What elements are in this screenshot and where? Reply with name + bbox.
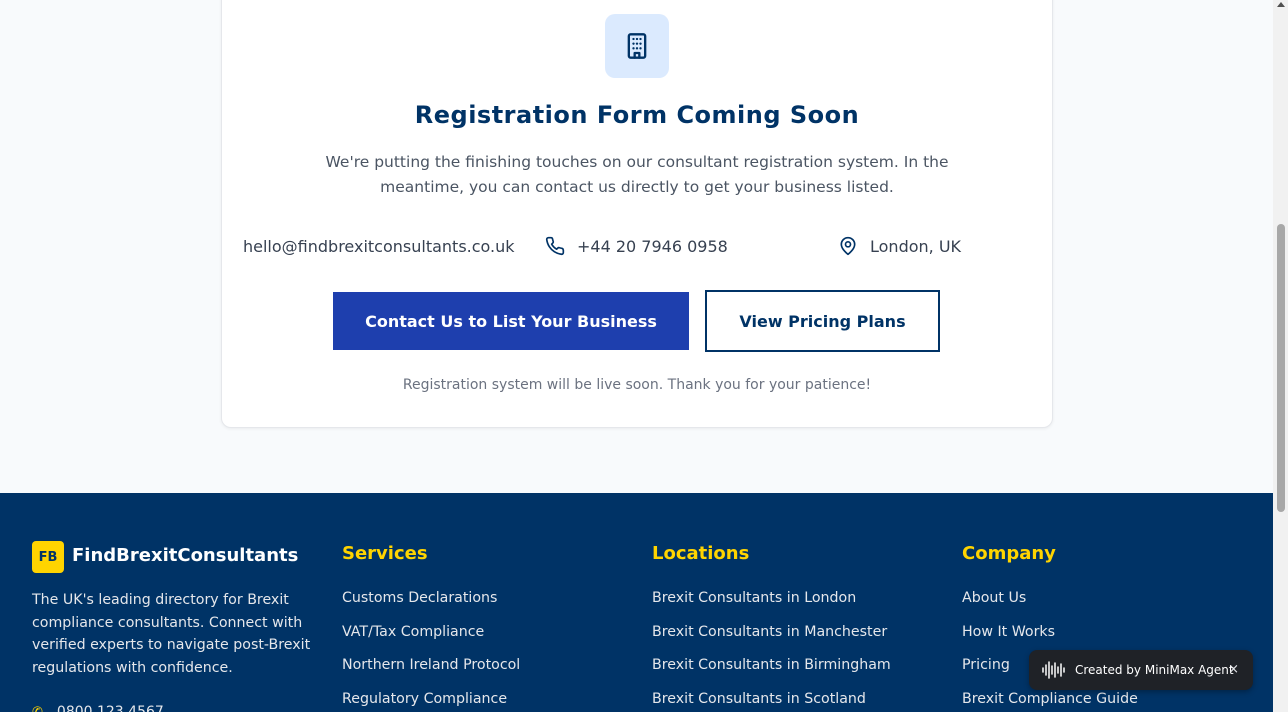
footer-link[interactable]: Brexit Consultants in Manchester [652,621,891,655]
contact-location-text: London, UK [870,236,962,256]
footer-phone[interactable]: ✆ 0800 123 4567 [32,704,164,712]
toast-close-button[interactable]: × [1228,662,1239,677]
registration-subtitle: We're putting the finishing touches on o… [325,153,949,196]
footer-link[interactable]: Brexit Consultants in Scotland [652,688,891,712]
view-pricing-button[interactable]: View Pricing Plans [705,290,940,352]
footer-services-list: Customs Declarations VAT/Tax Compliance … [342,587,520,712]
footer-link[interactable]: Northern Ireland Protocol [342,654,520,688]
registration-note: Registration system will be live soon. T… [402,377,872,393]
footer-link[interactable]: VAT/Tax Compliance [342,621,520,655]
building-icon [627,33,647,59]
footer-link[interactable]: Brexit Consultants in London [652,587,891,621]
toast-label: Created by MiniMax Agent [1075,663,1234,677]
footer-locations-title: Locations [652,543,750,564]
contact-phone[interactable]: +44 20 7946 0958 [545,234,728,258]
scrollbar-thumb[interactable] [1277,224,1285,512]
page-scrollbar[interactable] [1273,0,1288,712]
contact-location: London, UK [838,234,961,258]
footer-phone-text: 0800 123 4567 [56,704,164,712]
audio-wave-icon [1042,661,1065,679]
brand-logo[interactable]: FB [32,541,64,573]
minimax-toast[interactable]: Created by MiniMax Agent × [1029,650,1253,690]
footer-link[interactable]: Customs Declarations [342,587,520,621]
contact-email-text: hello@findbrexitconsultants.co.uk [243,236,515,256]
footer-link[interactable]: Regulatory Compliance [342,688,520,712]
phone-icon: ✆ [32,704,43,712]
footer-locations-list: Brexit Consultants in London Brexit Cons… [652,587,891,712]
footer-link[interactable]: About Us [962,587,1138,621]
brand-description: The UK's leading directory for Brexit co… [32,592,311,677]
building-icon-tile [605,14,669,78]
brand-name[interactable]: FindBrexitConsultants [72,545,298,566]
contact-email[interactable]: hello@findbrexitconsultants.co.uk [243,234,515,258]
footer-services-title: Services [342,543,428,564]
registration-title: Registration Form Coming Soon [414,101,860,129]
contact-us-button[interactable]: Contact Us to List Your Business [333,292,689,350]
footer-company-title: Company [962,543,1056,564]
scroll-up-arrow-icon[interactable] [1277,2,1285,7]
map-pin-icon [840,236,856,256]
footer-link[interactable]: Brexit Consultants in Birmingham [652,654,891,688]
phone-icon [545,236,565,256]
footer-link[interactable]: Brexit Compliance Guide [962,688,1138,712]
contact-phone-text: +44 20 7946 0958 [577,236,728,256]
